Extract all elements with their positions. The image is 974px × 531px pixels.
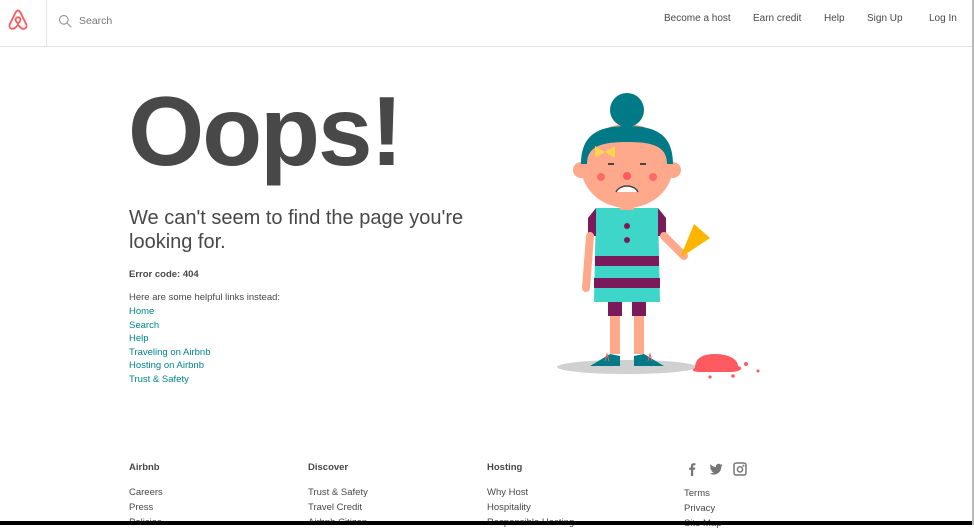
error-code: Error code: 404: [129, 269, 199, 280]
footer-link[interactable]: Why Host: [487, 485, 574, 500]
footer-link-privacy[interactable]: Privacy: [684, 501, 722, 516]
header-divider: [46, 0, 47, 46]
footer-heading: Discover: [308, 462, 349, 473]
footer-column-airbnb: Airbnb Careers Press Policies: [129, 462, 163, 530]
nav-become-a-host[interactable]: Become a host: [664, 13, 731, 24]
footer-link[interactable]: Travel Credit: [308, 500, 368, 515]
top-navbar: Become a host Earn credit Help Sign Up L…: [0, 0, 974, 47]
twitter-icon[interactable]: [709, 462, 723, 476]
link-hosting-on-airbnb[interactable]: Hosting on Airbnb: [129, 359, 211, 373]
instagram-icon[interactable]: [733, 462, 747, 476]
footer-heading: Airbnb: [129, 462, 160, 473]
footer-link[interactable]: Careers: [129, 485, 163, 500]
nav-help[interactable]: Help: [824, 13, 845, 24]
footer-link[interactable]: Hospitality: [487, 500, 574, 515]
footer-link[interactable]: Press: [129, 500, 163, 515]
helpful-links-list: Home Search Help Traveling on Airbnb Hos…: [129, 305, 211, 387]
link-home[interactable]: Home: [129, 305, 211, 319]
search-bar[interactable]: [58, 11, 358, 31]
window-bottom-edge: [0, 521, 974, 525]
airbnb-logo-icon[interactable]: [6, 8, 30, 32]
footer-heading: Hosting: [487, 462, 523, 473]
footer-link[interactable]: Trust & Safety: [308, 485, 368, 500]
nav-sign-up[interactable]: Sign Up: [867, 13, 903, 24]
link-help[interactable]: Help: [129, 332, 211, 346]
footer-link-terms[interactable]: Terms: [684, 486, 722, 501]
social-links: [685, 462, 747, 476]
footer-column-discover: Discover Trust & Safety Travel Credit Ai…: [308, 462, 368, 530]
search-icon: [58, 14, 72, 28]
link-search[interactable]: Search: [129, 319, 211, 333]
link-trust-and-safety[interactable]: Trust & Safety: [129, 373, 211, 387]
search-input[interactable]: [79, 15, 319, 27]
nav-earn-credit[interactable]: Earn credit: [753, 13, 801, 24]
error-message: We can't seem to find the page you're lo…: [129, 207, 464, 253]
facebook-icon[interactable]: [685, 462, 699, 476]
sad-girl-dropped-ice-cream-illustration: [557, 93, 760, 379]
nav-log-in[interactable]: Log In: [929, 13, 957, 24]
helpful-links-intro: Here are some helpful links instead:: [129, 292, 281, 303]
link-traveling-on-airbnb[interactable]: Traveling on Airbnb: [129, 346, 211, 360]
footer-column-hosting: Hosting Why Host Hospitality Responsible…: [487, 462, 574, 530]
error-headline: Oops!: [128, 76, 403, 186]
